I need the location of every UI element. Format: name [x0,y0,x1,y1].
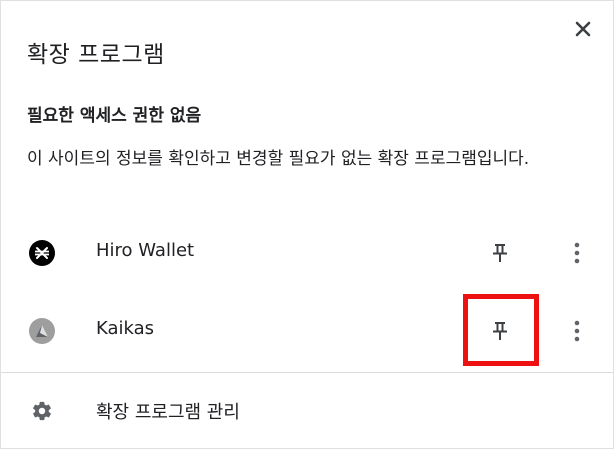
more-vert-icon [574,320,580,342]
pin-button-hiro-wallet[interactable] [484,237,516,269]
pin-button-kaikas[interactable] [484,315,516,347]
extension-name: Hiro Wallet [96,240,195,261]
extension-row-kaikas[interactable]: Kaikas [1,301,613,361]
popup-title: 확장 프로그램 [27,42,165,68]
gear-icon [33,401,51,421]
more-vert-icon [574,242,580,264]
kaikas-icon [29,318,55,344]
close-button[interactable] [569,15,597,43]
manage-extensions-button[interactable]: 확장 프로그램 관리 [1,381,613,439]
divider [1,372,613,373]
pin-icon [493,322,507,340]
extension-name: Kaikas [96,318,155,339]
extension-row-hiro-wallet[interactable]: Hiro Wallet [1,223,613,283]
manage-extensions-label: 확장 프로그램 관리 [96,402,240,423]
more-options-button-kaikas[interactable] [563,315,591,347]
pin-icon [493,244,507,262]
section-heading: 필요한 액세스 권한 없음 [27,106,202,126]
close-icon [575,21,591,37]
section-description: 이 사이트의 정보를 확인하고 변경할 필요가 없는 확장 프로그램입니다. [27,149,530,169]
extensions-popup: 확장 프로그램 필요한 액세스 권한 없음 이 사이트의 정보를 확인하고 변경… [0,0,614,449]
more-options-button-hiro-wallet[interactable] [563,237,591,269]
hiro-wallet-icon [29,240,55,266]
